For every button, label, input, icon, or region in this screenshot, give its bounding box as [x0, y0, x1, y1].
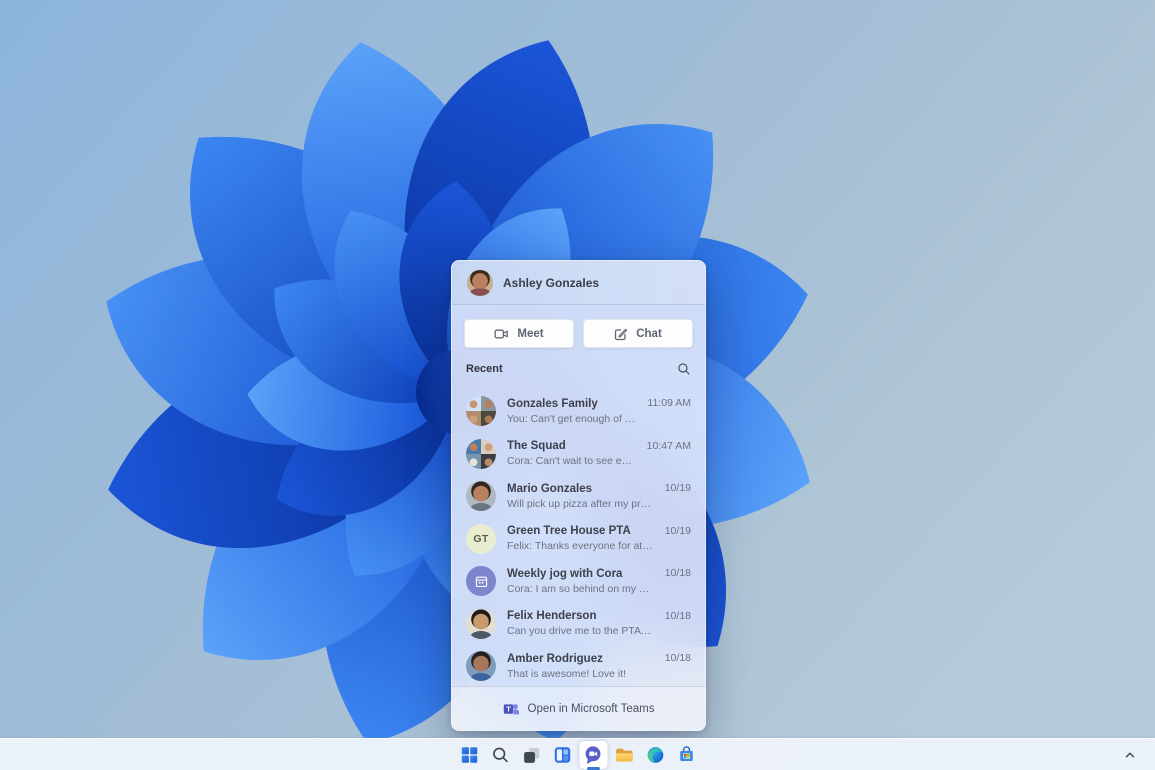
conversation-time: 10/18: [664, 609, 691, 622]
recent-header-row: Recent: [452, 348, 705, 376]
conversation-time: 10/19: [664, 524, 691, 537]
photo-avatar: [466, 481, 496, 512]
conversation-message: That is awesome! Love it!: [507, 667, 627, 680]
meet-button-label: Meet: [517, 327, 544, 340]
edge-icon: [647, 746, 663, 763]
conversation-message: Cora: Can't wait to see everyone!: [507, 455, 636, 468]
teams-chat-icon: [585, 746, 601, 765]
task-view-button[interactable]: [517, 741, 545, 769]
tray-chevron-button[interactable]: [1117, 742, 1143, 768]
open-in-teams-button[interactable]: T Open in Microsoft Teams: [452, 686, 705, 730]
widgets-icon: [554, 746, 570, 763]
conversation-message: Cora: I am so behind on my step goals.: [507, 582, 654, 595]
conversation-name: Gonzales Family: [507, 397, 598, 410]
conversation-row[interactable]: Weekly jog with Cora Cora: I am so behin…: [452, 560, 705, 603]
open-in-teams-label: Open in Microsoft Teams: [527, 702, 655, 715]
conversation-name: Felix Henderson: [507, 610, 597, 623]
conversation-list: Gonzales Family You: Can't get enough of…: [452, 390, 705, 688]
taskbar: [0, 738, 1155, 770]
file-explorer-button[interactable]: [610, 741, 638, 769]
chat-button[interactable]: Chat: [583, 319, 693, 348]
teams-chat-button[interactable]: [579, 740, 607, 770]
user-avatar[interactable]: [467, 269, 493, 296]
photo-avatar: [466, 608, 496, 639]
task-view-icon: [523, 747, 539, 763]
conversation-name: Mario Gonzales: [507, 482, 592, 495]
store-button[interactable]: [672, 741, 700, 769]
conversation-time: 10/18: [664, 652, 691, 664]
conversation-name: Amber Rodriguez: [507, 652, 603, 665]
calendar-icon: [475, 576, 487, 587]
svg-text:T: T: [506, 704, 511, 713]
chevron-up-icon: [1125, 752, 1135, 757]
start-button[interactable]: [455, 741, 483, 769]
video-camera-icon: [494, 329, 509, 338]
flyout-header[interactable]: Ashley Gonzales: [452, 261, 705, 304]
desktop: Ashley Gonzales Meet Chat Recent Gonzale…: [0, 0, 1155, 770]
active-app-indicator: [586, 766, 600, 770]
chat-button-label: Chat: [636, 327, 662, 340]
conversation-message: Will pick up pizza after my practice.: [507, 497, 654, 510]
taskbar-center-icons: [455, 740, 700, 770]
compose-icon: [615, 328, 628, 340]
edge-button[interactable]: [641, 741, 669, 769]
conversation-row[interactable]: GT Green Tree House PTA Felix: Thanks ev…: [452, 518, 705, 561]
conversation-time: 10/18: [664, 567, 691, 579]
photo-avatar: [466, 651, 496, 682]
conversation-name: Weekly jog with Cora: [507, 567, 623, 580]
recent-label: Recent: [466, 362, 503, 375]
quick-actions: Meet Chat: [452, 305, 705, 348]
search-icon[interactable]: [677, 362, 691, 376]
initials-avatar: GT: [466, 523, 496, 554]
conversation-name: The Squad: [507, 440, 566, 453]
group-avatar-collage: [466, 438, 496, 469]
conversation-row[interactable]: The Squad Cora: Can't wait to see everyo…: [452, 433, 705, 476]
search-icon: [492, 747, 508, 762]
conversation-name: Green Tree House PTA: [507, 525, 631, 538]
conversation-time: 10:47 AM: [646, 439, 691, 452]
conversation-message: Felix: Thanks everyone for attending tod…: [507, 540, 654, 553]
teams-chat-flyout: Ashley Gonzales Meet Chat Recent Gonzale…: [451, 260, 706, 731]
folder-icon: [616, 748, 633, 762]
conversation-row[interactable]: Amber Rodriguez That is awesome! Love it…: [452, 645, 705, 688]
search-button[interactable]: [486, 741, 514, 769]
conversation-time: 11:09 AM: [647, 397, 691, 409]
user-name: Ashley Gonzales: [503, 275, 600, 290]
conversation-message: Can you drive me to the PTA today?: [507, 625, 654, 638]
conversation-row[interactable]: Gonzales Family You: Can't get enough of…: [452, 390, 705, 433]
windows-logo-icon: [461, 746, 477, 763]
teams-logo-icon: T: [503, 703, 519, 714]
meet-button[interactable]: Meet: [464, 319, 574, 348]
conversation-message: You: Can't get enough of her.: [507, 412, 637, 425]
calendar-avatar: [466, 566, 496, 597]
conversation-time: 10/19: [664, 482, 691, 494]
microsoft-store-icon: [679, 745, 693, 761]
conversation-row[interactable]: Felix Henderson Can you drive me to the …: [452, 603, 705, 646]
group-avatar-collage: [466, 396, 496, 427]
conversation-row[interactable]: Mario Gonzales Will pick up pizza after …: [452, 475, 705, 518]
widgets-button[interactable]: [548, 741, 576, 769]
